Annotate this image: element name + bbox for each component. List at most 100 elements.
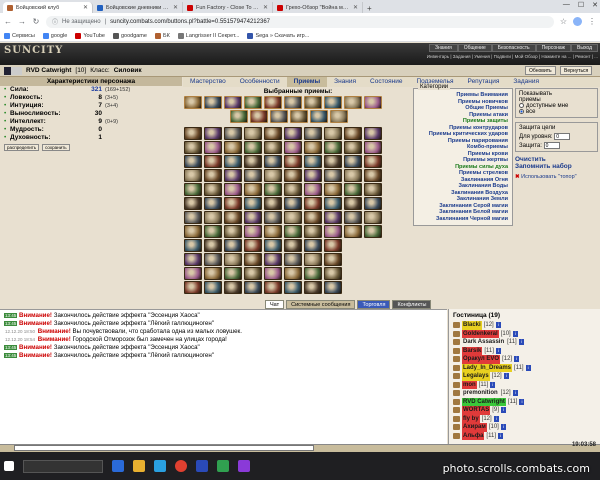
- skill-icon[interactable]: [264, 96, 282, 109]
- skill-icon[interactable]: [324, 239, 342, 252]
- skill-icon[interactable]: [204, 96, 222, 109]
- skill-icon[interactable]: [304, 239, 322, 252]
- skill-icon[interactable]: [324, 155, 342, 168]
- info-icon[interactable]: i: [500, 424, 506, 431]
- skill-icon[interactable]: [244, 155, 262, 168]
- bookmark-item[interactable]: YouTube: [75, 32, 105, 39]
- bookmark-item[interactable]: Langrisser II Секрет...: [177, 32, 239, 39]
- skill-icon[interactable]: [324, 281, 342, 294]
- skill-icon[interactable]: [310, 110, 328, 123]
- skill-icon[interactable]: [284, 253, 302, 266]
- skill-icon[interactable]: [304, 183, 322, 196]
- skill-icon[interactable]: [284, 96, 302, 109]
- skill-icon[interactable]: [264, 281, 282, 294]
- skill-icon[interactable]: [304, 169, 322, 182]
- skill-icon[interactable]: [304, 127, 322, 140]
- level-select[interactable]: 0: [554, 133, 571, 141]
- info-icon[interactable]: i: [519, 398, 525, 405]
- skill-icon[interactable]: [264, 141, 282, 154]
- skill-icon[interactable]: [244, 225, 262, 238]
- tab-7[interactable]: Задания: [506, 77, 546, 87]
- skill-icon[interactable]: [264, 211, 282, 224]
- back-button[interactable]: Вернуться: [560, 66, 593, 75]
- skill-icon[interactable]: [364, 127, 382, 140]
- skill-icon[interactable]: [184, 169, 202, 182]
- skill-icon[interactable]: [344, 127, 362, 140]
- avatar[interactable]: [573, 17, 582, 26]
- skill-icon[interactable]: [364, 197, 382, 210]
- info-icon[interactable]: i: [490, 381, 496, 388]
- skill-icon[interactable]: [344, 211, 362, 224]
- user-name[interactable]: RVD Catwright: [462, 397, 506, 406]
- bookmark-item[interactable]: Sega » Скачать игр...: [247, 32, 309, 39]
- user-name[interactable]: fly by: [462, 414, 480, 423]
- bookmark-item[interactable]: БК: [154, 32, 170, 39]
- category-link[interactable]: Приемы критических ударов: [429, 131, 508, 138]
- skill-icon[interactable]: [264, 169, 282, 182]
- skill-icon[interactable]: [344, 197, 362, 210]
- skill-icon[interactable]: [284, 155, 302, 168]
- edge-icon[interactable]: [112, 460, 124, 472]
- skill-icon[interactable]: [344, 96, 362, 109]
- skill-icon[interactable]: [304, 281, 322, 294]
- close-tab-icon[interactable]: ✕: [173, 4, 178, 11]
- skill-icon[interactable]: [184, 225, 202, 238]
- skill-icon[interactable]: [204, 183, 222, 196]
- skill-icon[interactable]: [224, 141, 242, 154]
- info-icon[interactable]: i: [512, 390, 518, 397]
- skill-icon[interactable]: [244, 281, 262, 294]
- browser-tab[interactable]: Грехо-Обзор "Война миров Z"✕: [273, 2, 363, 13]
- use-axe-link[interactable]: ✖ Использовать "топор": [515, 174, 598, 180]
- user-name[interactable]: Barsik: [462, 346, 483, 355]
- skill-icon[interactable]: [364, 183, 382, 196]
- skill-icon[interactable]: [204, 197, 222, 210]
- skill-icon[interactable]: [244, 267, 262, 280]
- user-name[interactable]: Lady_In_Dreams: [462, 363, 513, 372]
- user-name[interactable]: Ахирам: [462, 423, 487, 432]
- skill-icon[interactable]: [364, 211, 382, 224]
- skill-icon[interactable]: [344, 183, 362, 196]
- skill-icon[interactable]: [330, 110, 348, 123]
- skill-icon[interactable]: [244, 141, 262, 154]
- skill-icon[interactable]: [264, 127, 282, 140]
- skill-icon[interactable]: [264, 225, 282, 238]
- skill-icon[interactable]: [304, 211, 322, 224]
- skill-icon[interactable]: [204, 127, 222, 140]
- skill-icon[interactable]: [324, 211, 342, 224]
- skill-icon[interactable]: [184, 267, 202, 280]
- info-icon[interactable]: i: [512, 330, 518, 337]
- user-name[interactable]: Goldenkeral: [462, 329, 499, 338]
- skill-icon[interactable]: [344, 169, 362, 182]
- skill-icon[interactable]: [290, 110, 308, 123]
- tab-2[interactable]: Приемы: [286, 77, 328, 87]
- tab-6[interactable]: Репутация: [461, 77, 507, 87]
- skill-icon[interactable]: [264, 267, 282, 280]
- info-icon[interactable]: i: [518, 339, 524, 346]
- user-name[interactable]: Blacki: [462, 321, 482, 330]
- taskbar-search[interactable]: [23, 459, 103, 473]
- store-icon[interactable]: [154, 460, 166, 472]
- skill-icon[interactable]: [324, 96, 342, 109]
- skill-icon[interactable]: [324, 183, 342, 196]
- app-icon[interactable]: [238, 460, 250, 472]
- skill-icon[interactable]: [244, 127, 262, 140]
- skill-icon[interactable]: [304, 141, 322, 154]
- excel-icon[interactable]: [217, 460, 229, 472]
- skill-icon[interactable]: [364, 96, 382, 109]
- skill-icon[interactable]: [284, 197, 302, 210]
- user-name[interactable]: premonition: [462, 389, 499, 398]
- skill-icon[interactable]: [230, 110, 248, 123]
- skill-icon[interactable]: [204, 211, 222, 224]
- refresh-button[interactable]: Обновить: [525, 66, 556, 75]
- skill-icon[interactable]: [364, 155, 382, 168]
- skill-icon[interactable]: [284, 211, 302, 224]
- category-link[interactable]: Заклинания Белой магии: [429, 209, 508, 216]
- skill-icon[interactable]: [364, 169, 382, 182]
- skill-icon[interactable]: [204, 225, 222, 238]
- user-name[interactable]: mon: [462, 380, 477, 389]
- browser-tab[interactable]: Бойцовские дневники - RVD C...✕: [93, 2, 183, 13]
- skill-icon[interactable]: [224, 169, 242, 182]
- top-nav-item[interactable]: Выход: [571, 44, 598, 52]
- skill-icon[interactable]: [344, 141, 362, 154]
- skill-icon[interactable]: [324, 253, 342, 266]
